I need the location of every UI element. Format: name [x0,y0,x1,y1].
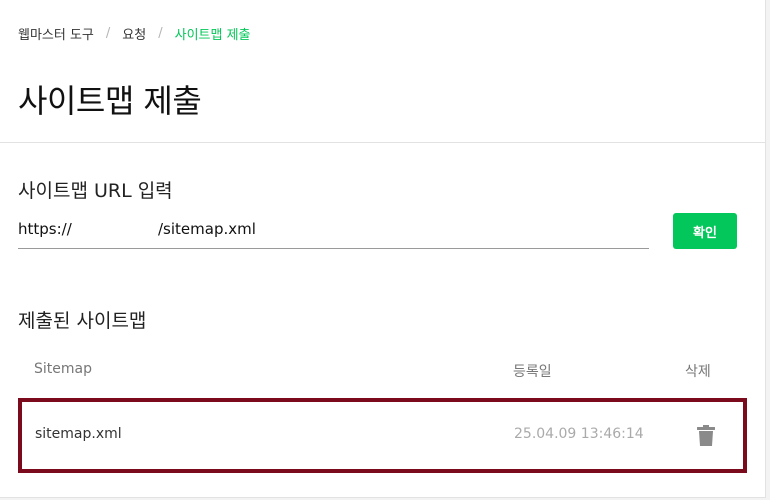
breadcrumb: 웹마스터 도구 / 요청 / 사이트맵 제출 [18,24,251,43]
column-header-delete: 삭제 [685,364,711,380]
sitemap-name: sitemap.xml [35,426,122,442]
main-card: 웹마스터 도구 / 요청 / 사이트맵 제출 사이트맵 제출 사이트맵 URL … [0,0,766,498]
confirm-button[interactable]: 확인 [673,213,737,249]
header-divider [0,142,765,143]
sitemap-date: 25.04.09 13:46:14 [514,426,644,442]
url-section-title: 사이트맵 URL 입력 [18,180,173,202]
submitted-section-title: 제출된 사이트맵 [18,310,147,332]
breadcrumb-item-webmaster-tools[interactable]: 웹마스터 도구 [18,24,94,43]
breadcrumb-separator: / [158,26,163,41]
breadcrumb-item-request[interactable]: 요청 [122,24,146,43]
url-suffix: /sitemap.xml [158,220,256,238]
delete-button[interactable] [694,422,718,450]
page-title: 사이트맵 제출 [18,82,202,120]
sitemap-url-input[interactable]: https:// /sitemap.xml [18,214,649,249]
table-row: sitemap.xml 25.04.09 13:46:14 [18,398,747,473]
column-header-date: 등록일 [513,364,552,380]
breadcrumb-current: 사이트맵 제출 [174,28,251,43]
breadcrumb-separator: / [105,26,111,41]
column-header-sitemap: Sitemap [34,361,92,377]
url-prefix: https:// [18,220,72,238]
trash-icon [697,425,715,446]
